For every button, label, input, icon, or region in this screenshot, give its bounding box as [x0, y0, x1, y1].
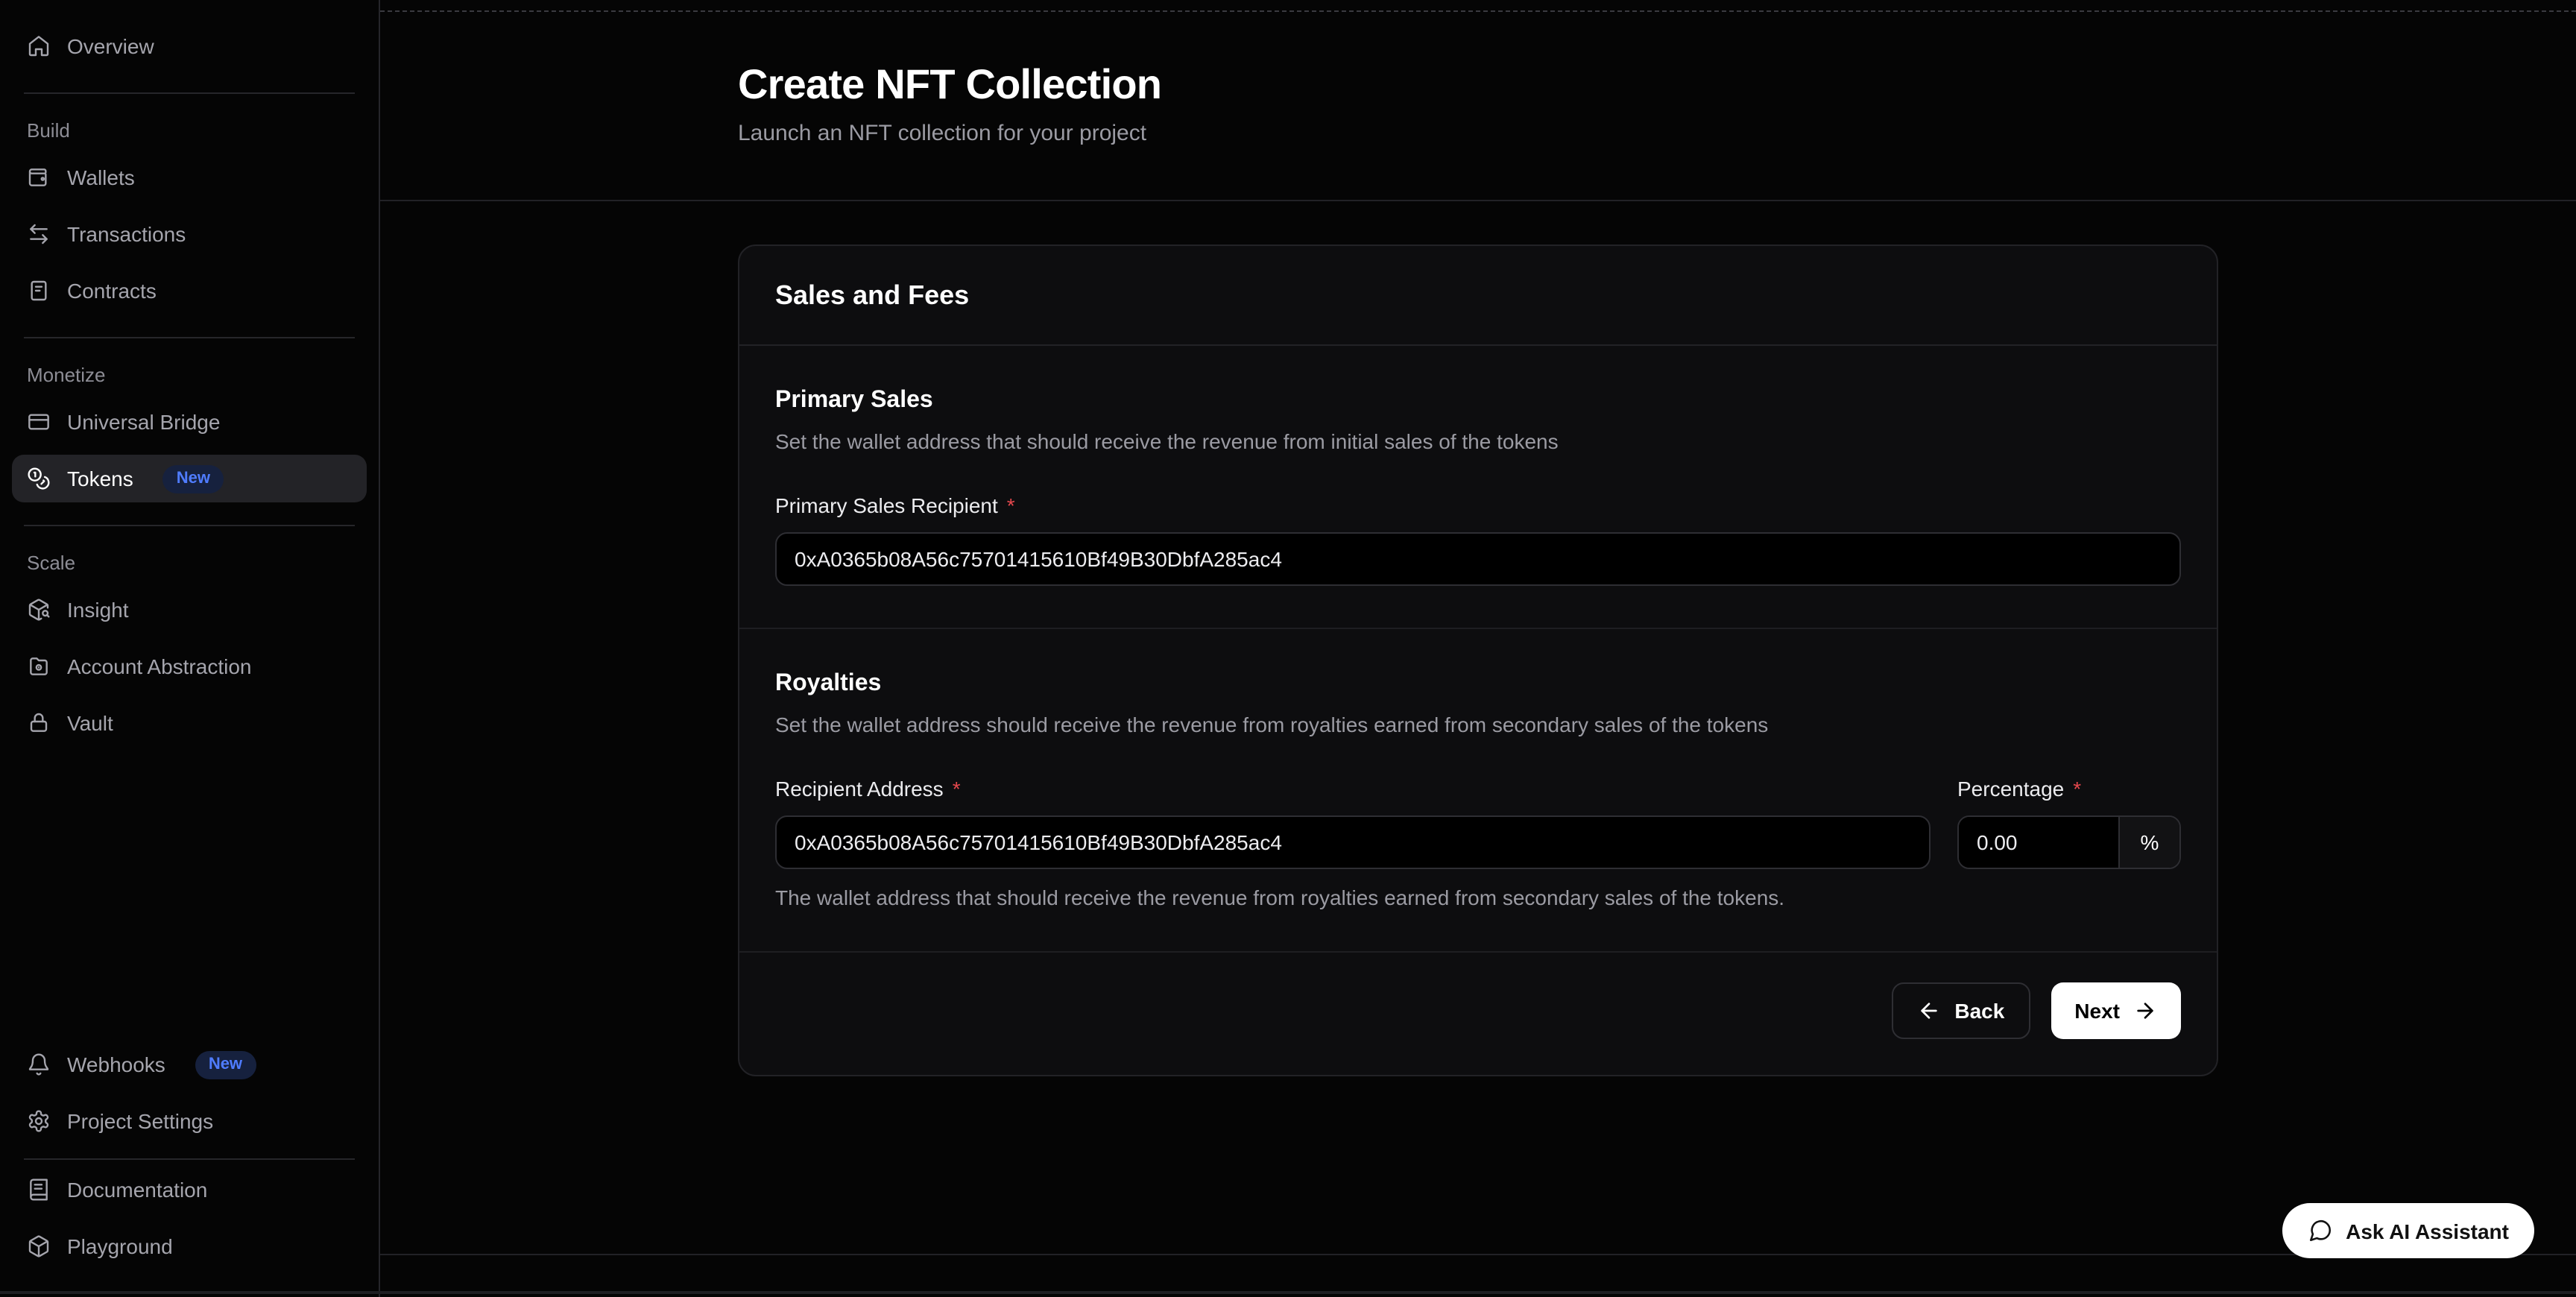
card-footer: Back Next: [739, 953, 2217, 1075]
card-title: Sales and Fees: [739, 246, 2217, 346]
percent-suffix: %: [2118, 817, 2179, 868]
sidebar-item-account-abstraction[interactable]: Account Abstraction: [12, 643, 367, 690]
sidebar-item-label: Contracts: [67, 279, 157, 303]
sidebar-section-monetize: Monetize: [12, 364, 367, 386]
primary-sales-heading: Primary Sales: [775, 388, 2181, 414]
new-badge: New: [195, 1050, 256, 1079]
recipient-address-helper: The wallet address that should receive t…: [775, 886, 1931, 909]
sidebar-item-label: Documentation: [67, 1178, 207, 1202]
credit-card-icon: [27, 410, 51, 434]
app-window: Overview Build Wallets Transactions Cont…: [0, 0, 2576, 1297]
document-icon: [27, 279, 51, 303]
royalties-section: Royalties Set the wallet address should …: [739, 629, 2217, 953]
sidebar-item-overview[interactable]: Overview: [12, 22, 367, 70]
percentage-label: Percentage *: [1957, 777, 2181, 801]
sidebar-item-label: Overview: [67, 34, 154, 58]
page-subtitle: Launch an NFT collection for your projec…: [738, 121, 2218, 146]
percentage-input[interactable]: [1959, 817, 2118, 868]
content-bottom-divider: [380, 1254, 2576, 1255]
header-divider: [380, 200, 2576, 201]
page-bottom-divider: [0, 1291, 2576, 1294]
royalties-heading: Royalties: [775, 671, 2181, 698]
lock-icon: [27, 711, 51, 735]
required-marker: *: [2073, 777, 2081, 801]
sidebar-divider: [24, 92, 355, 94]
sidebar-item-label: Vault: [67, 711, 113, 735]
sidebar-divider: [24, 337, 355, 338]
dashed-divider: [380, 10, 2576, 12]
percentage-control: %: [1957, 815, 2181, 869]
sidebar-item-label: Playground: [67, 1234, 173, 1258]
primary-sales-description: Set the wallet address that should recei…: [775, 429, 2181, 453]
sidebar-item-label: Universal Bridge: [67, 410, 220, 434]
required-marker: *: [953, 777, 961, 801]
sidebar-item-project-settings[interactable]: Project Settings: [12, 1097, 367, 1145]
arrow-right-icon: [2133, 999, 2157, 1023]
sidebar-item-contracts[interactable]: Contracts: [12, 267, 367, 315]
next-button[interactable]: Next: [2051, 982, 2181, 1039]
arrows-left-right-icon: [27, 222, 51, 246]
sidebar-item-transactions[interactable]: Transactions: [12, 210, 367, 258]
sidebar-divider: [24, 525, 355, 526]
back-button[interactable]: Back: [1892, 982, 2030, 1039]
page-title: Create NFT Collection: [738, 61, 2218, 109]
smart-wallet-icon: [27, 654, 51, 678]
new-badge: New: [163, 464, 224, 493]
primary-sales-section: Primary Sales Set the wallet address tha…: [739, 346, 2217, 629]
sidebar-item-wallets[interactable]: Wallets: [12, 154, 367, 201]
sidebar-item-vault[interactable]: Vault: [12, 699, 367, 747]
sidebar-item-tokens[interactable]: Tokens New: [12, 455, 367, 502]
recipient-address-label: Recipient Address *: [775, 777, 1931, 801]
sidebar: Overview Build Wallets Transactions Cont…: [0, 0, 380, 1297]
sidebar-item-label: Account Abstraction: [67, 654, 252, 678]
sidebar-item-label: Insight: [67, 598, 129, 622]
sidebar-item-label: Transactions: [67, 222, 186, 246]
sidebar-item-label: Wallets: [67, 165, 135, 189]
required-marker: *: [1007, 493, 1015, 517]
sidebar-item-label: Tokens: [67, 467, 133, 490]
sidebar-footer: Webhooks New Project Settings Documentat…: [12, 1041, 367, 1279]
royalties-description: Set the wallet address should receive th…: [775, 713, 2181, 736]
sidebar-item-playground[interactable]: Playground: [12, 1222, 367, 1270]
package-search-icon: [27, 598, 51, 622]
gear-icon: [27, 1109, 51, 1133]
home-icon: [27, 34, 51, 58]
sales-and-fees-card: Sales and Fees Primary Sales Set the wal…: [738, 244, 2218, 1076]
primary-sales-recipient-label: Primary Sales Recipient *: [775, 493, 2181, 517]
recipient-address-input[interactable]: [775, 815, 1931, 869]
bell-icon: [27, 1053, 51, 1076]
ask-ai-assistant-button[interactable]: Ask AI Assistant: [2282, 1203, 2534, 1258]
sidebar-section-build: Build: [12, 119, 367, 142]
sidebar-item-label: Project Settings: [67, 1109, 213, 1133]
sidebar-item-documentation[interactable]: Documentation: [12, 1166, 367, 1214]
sidebar-item-webhooks[interactable]: Webhooks New: [12, 1041, 367, 1088]
chat-bubble-icon: [2307, 1218, 2332, 1243]
sidebar-item-universal-bridge[interactable]: Universal Bridge: [12, 398, 367, 446]
book-icon: [27, 1178, 51, 1202]
arrow-left-icon: [1917, 999, 1941, 1023]
cube-icon: [27, 1234, 51, 1258]
sidebar-item-label: Webhooks: [67, 1053, 165, 1076]
main-content: Create NFT Collection Launch an NFT coll…: [380, 0, 2576, 1297]
primary-sales-recipient-input[interactable]: [775, 532, 2181, 586]
sidebar-divider: [24, 1158, 355, 1160]
sidebar-item-insight[interactable]: Insight: [12, 586, 367, 634]
wallet-icon: [27, 165, 51, 189]
sidebar-section-scale: Scale: [12, 552, 367, 574]
page-header: Create NFT Collection Launch an NFT coll…: [380, 0, 2576, 200]
coins-icon: [27, 467, 51, 490]
